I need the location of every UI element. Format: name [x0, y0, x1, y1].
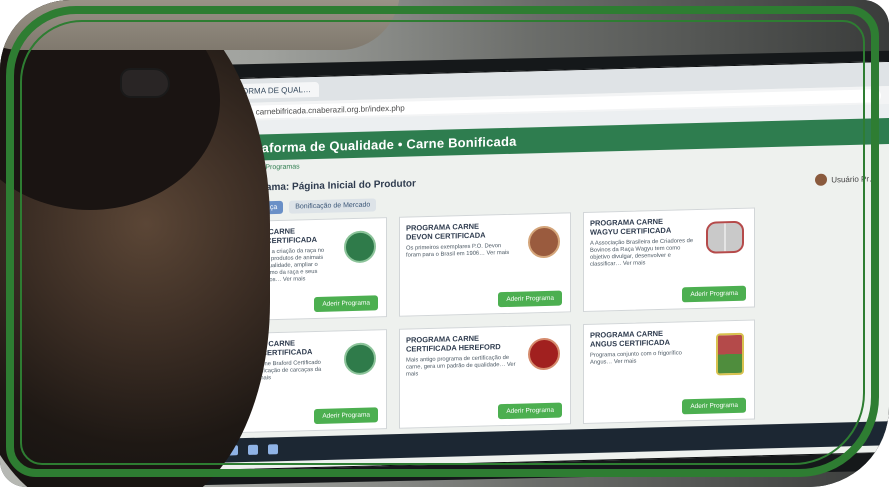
photo-frame: PLATAFORMA DE QUAL… ← → ⟳ carnebifricada… [0, 0, 889, 487]
green-border-inner [20, 20, 865, 465]
